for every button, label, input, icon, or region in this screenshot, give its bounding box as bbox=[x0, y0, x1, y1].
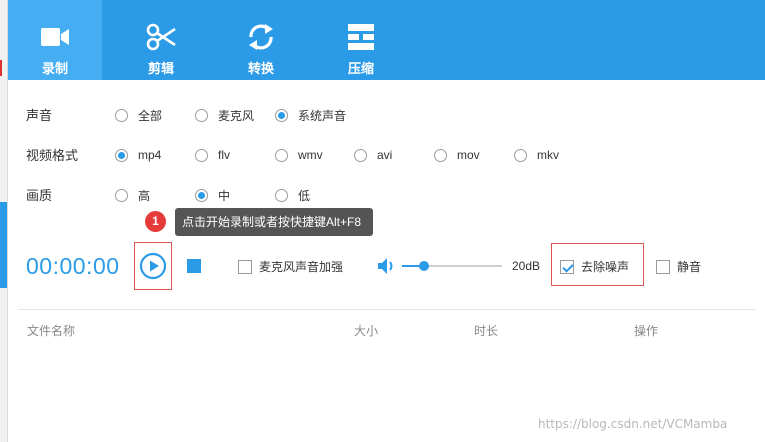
sound-option-mic[interactable]: 麦克风 bbox=[195, 107, 254, 124]
radio-circle-selected bbox=[275, 109, 288, 122]
quality-option-medium[interactable]: 中 bbox=[195, 187, 230, 204]
scissors-icon bbox=[146, 23, 176, 51]
mic-boost-checkbox[interactable]: 麦克风声音加强 bbox=[238, 258, 343, 275]
format-option-avi-label: avi bbox=[377, 148, 393, 162]
format-label: 视频格式 bbox=[26, 148, 79, 163]
radio-circle bbox=[514, 148, 527, 162]
tab-compress-label: 压缩 bbox=[347, 61, 374, 76]
denoise-checkbox[interactable]: 去除噪声 bbox=[560, 258, 629, 275]
volume-slider[interactable] bbox=[402, 261, 502, 271]
format-option-wmv[interactable]: wmv bbox=[275, 148, 323, 162]
tab-edit[interactable]: 剪辑 bbox=[114, 0, 208, 80]
refresh-icon bbox=[249, 24, 273, 50]
sound-option-all-label: 全部 bbox=[138, 109, 163, 123]
checkbox-box-checked bbox=[560, 259, 574, 274]
radio-circle bbox=[275, 148, 288, 162]
mute-label: 静音 bbox=[677, 260, 702, 274]
quality-option-low-label: 低 bbox=[298, 189, 311, 203]
top-toolbar: 录制 剪辑 转换 压缩 bbox=[8, 0, 765, 80]
radio-circle bbox=[434, 148, 447, 162]
format-option-mp4[interactable]: mp4 bbox=[115, 148, 161, 162]
quality-label: 画质 bbox=[26, 188, 53, 203]
column-header-actions: 操作 bbox=[634, 324, 659, 338]
background-window-edge bbox=[0, 0, 7, 442]
radio-circle-selected bbox=[195, 189, 208, 202]
sound-option-system[interactable]: 系统声音 bbox=[275, 107, 346, 124]
speaker-icon[interactable] bbox=[377, 256, 397, 276]
volume-slider-knob[interactable] bbox=[419, 261, 429, 271]
mute-checkbox[interactable]: 静音 bbox=[656, 258, 701, 275]
radio-circle bbox=[115, 189, 128, 202]
background-red-mark bbox=[0, 60, 4, 76]
format-option-mkv-label: mkv bbox=[537, 148, 559, 162]
checkbox-box bbox=[238, 259, 252, 274]
stop-button[interactable] bbox=[187, 259, 201, 273]
format-option-wmv-label: wmv bbox=[298, 148, 323, 162]
sound-label: 声音 bbox=[26, 108, 53, 123]
column-header-filename: 文件名称 bbox=[27, 324, 76, 338]
radio-circle bbox=[195, 148, 208, 162]
quality-option-high[interactable]: 高 bbox=[115, 187, 150, 204]
format-option-flv[interactable]: flv bbox=[195, 148, 230, 162]
radio-circle-selected bbox=[115, 148, 128, 162]
quality-option-high-label: 高 bbox=[138, 189, 151, 203]
volume-value: 20dB bbox=[512, 259, 541, 273]
tab-convert-label: 转换 bbox=[247, 61, 274, 76]
quality-option-medium-label: 中 bbox=[218, 189, 231, 203]
section-divider bbox=[18, 309, 756, 310]
format-option-avi[interactable]: avi bbox=[354, 148, 392, 162]
sound-option-all[interactable]: 全部 bbox=[115, 107, 162, 124]
play-icon[interactable] bbox=[139, 252, 167, 280]
radio-circle bbox=[354, 148, 367, 162]
tab-record[interactable]: 录制 bbox=[8, 0, 102, 80]
sound-option-mic-label: 麦克风 bbox=[218, 109, 255, 123]
radio-circle bbox=[115, 109, 128, 122]
hint-tooltip: 点击开始录制或者按快捷键Alt+F8 bbox=[175, 208, 374, 236]
background-blue-panel bbox=[0, 202, 7, 288]
recording-timer: 00:00:00 bbox=[26, 253, 120, 279]
format-option-mp4-label: mp4 bbox=[138, 148, 162, 162]
radio-circle bbox=[195, 109, 208, 122]
tab-compress[interactable]: 压缩 bbox=[314, 0, 408, 80]
checkbox-box bbox=[656, 259, 670, 274]
format-option-mkv[interactable]: mkv bbox=[514, 148, 559, 162]
compress-icon bbox=[348, 24, 374, 50]
format-option-mov[interactable]: mov bbox=[434, 148, 480, 162]
radio-circle bbox=[275, 189, 288, 202]
quality-option-low[interactable]: 低 bbox=[275, 187, 310, 204]
watermark-text: https://blog.csdn.net/VCMamba bbox=[538, 417, 728, 431]
column-header-size: 大小 bbox=[354, 324, 379, 338]
video-camera-icon bbox=[41, 28, 69, 46]
tab-record-label: 录制 bbox=[41, 61, 68, 76]
mic-boost-label: 麦克风声音加强 bbox=[259, 260, 344, 274]
format-option-mov-label: mov bbox=[457, 148, 480, 162]
step-badge: 1 bbox=[145, 211, 166, 232]
recorder-window: 录制 剪辑 转换 压缩 声音 全部 麦克风 系统声音 视频格式 mp4 flv … bbox=[7, 0, 765, 442]
format-option-flv-label: flv bbox=[218, 148, 230, 162]
sound-option-system-label: 系统声音 bbox=[298, 109, 347, 123]
tab-convert[interactable]: 转换 bbox=[214, 0, 308, 80]
denoise-label: 去除噪声 bbox=[581, 260, 630, 274]
column-header-duration: 时长 bbox=[474, 324, 499, 338]
tab-edit-label: 剪辑 bbox=[147, 61, 174, 76]
